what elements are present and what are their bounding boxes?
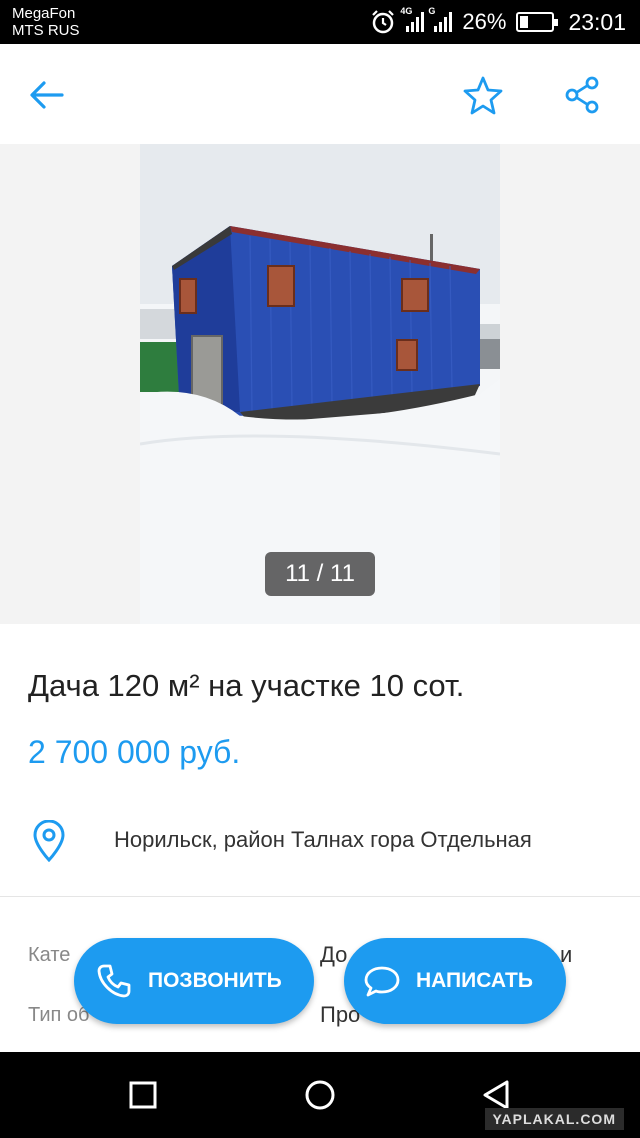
phone-icon bbox=[97, 964, 131, 998]
location-pin-icon bbox=[33, 820, 65, 862]
param-label-category: Кате bbox=[28, 944, 71, 966]
app-bar bbox=[0, 44, 640, 144]
carrier-1: MegaFon bbox=[12, 5, 76, 22]
share-icon[interactable] bbox=[562, 74, 604, 116]
listing-price: 2 700 000 руб. bbox=[28, 734, 241, 770]
photo-counter: 11 / 11 bbox=[265, 552, 375, 596]
write-message-button[interactable]: НАПИСАТЬ bbox=[344, 938, 566, 1024]
param-label-type: Тип об bbox=[28, 1004, 90, 1026]
recent-apps-icon[interactable] bbox=[126, 1078, 160, 1112]
photo-gallery[interactable]: 11 / 11 bbox=[0, 144, 640, 624]
favorite-star-icon[interactable] bbox=[462, 74, 504, 116]
battery-icon bbox=[516, 12, 559, 32]
listing-address[interactable]: Норильск, район Талнах гора Отдельная bbox=[114, 827, 532, 853]
signal-icon-1: 4G bbox=[400, 6, 425, 32]
chat-bubble-icon bbox=[364, 966, 400, 997]
call-button-label: ПОЗВОНИТЬ bbox=[148, 969, 282, 992]
carrier-info: MegaFon MTS RUS bbox=[12, 5, 80, 39]
signal-icon-2: G bbox=[428, 6, 453, 32]
network-type-2: G bbox=[428, 6, 436, 16]
system-nav-bar: YAPLAKAL.COM bbox=[0, 1052, 640, 1138]
clock: 23:01 bbox=[568, 8, 626, 35]
watermark: YAPLAKAL.COM bbox=[484, 1108, 624, 1130]
status-icons: 4G G 26% 23:01 bbox=[370, 0, 626, 44]
back-arrow-icon[interactable] bbox=[26, 74, 68, 116]
carrier-2: MTS RUS bbox=[12, 22, 80, 39]
back-triangle-icon[interactable] bbox=[480, 1078, 514, 1112]
param-value-category: До bbox=[320, 942, 348, 967]
battery-percent: 26% bbox=[462, 9, 507, 34]
listing-title: Дача 120 м² на участке 10 сот. bbox=[28, 668, 465, 703]
home-icon[interactable] bbox=[303, 1078, 337, 1112]
status-bar: MegaFon MTS RUS 4G G 26% 23:01 bbox=[0, 0, 640, 44]
call-button[interactable]: ПОЗВОНИТЬ bbox=[74, 938, 314, 1024]
write-button-label: НАПИСАТЬ bbox=[416, 969, 533, 992]
divider bbox=[0, 896, 640, 897]
alarm-icon bbox=[372, 10, 395, 34]
network-type-1: 4G bbox=[400, 6, 413, 16]
